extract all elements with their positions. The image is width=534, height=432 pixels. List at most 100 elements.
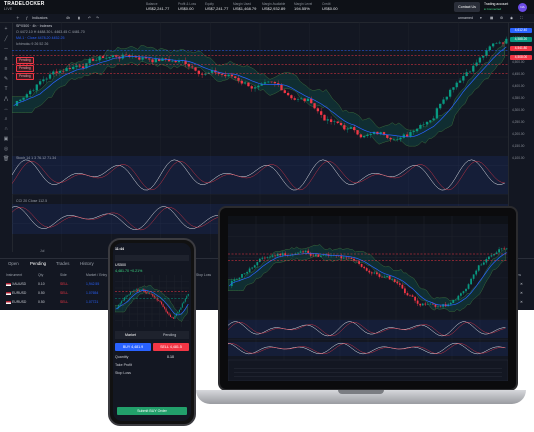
candle — [475, 270, 478, 275]
candle — [161, 301, 163, 305]
measure-icon[interactable]: ↔ — [3, 106, 9, 112]
layout-name[interactable]: unnamed — [458, 15, 473, 21]
price-tag: 4,541.80 — [510, 46, 532, 51]
phone-symbol[interactable]: US500 — [115, 263, 189, 267]
sell-button[interactable]: SELL 4,481.5 — [153, 343, 189, 351]
candle — [360, 263, 363, 267]
undo-icon[interactable]: ↶ — [88, 15, 91, 21]
candle — [426, 304, 429, 305]
pending-order-tag[interactable]: Pending — [16, 65, 34, 72]
candle — [475, 62, 478, 66]
candle — [472, 274, 475, 279]
candle — [386, 275, 388, 277]
symbol-legend: SPX500 · 4h · Indexes — [16, 24, 53, 28]
trendline-icon[interactable]: ╱ — [3, 36, 9, 42]
candle — [286, 92, 290, 96]
candle — [333, 121, 336, 122]
tab-open[interactable]: Open — [8, 261, 19, 266]
candle — [137, 289, 139, 292]
zoom-icon[interactable]: ⌕ — [3, 116, 9, 122]
candle — [415, 128, 419, 132]
pending-order-tag[interactable]: Pending — [16, 57, 34, 64]
pending-order-tag[interactable]: Pending — [16, 73, 34, 80]
chevron-down-icon[interactable]: ▾ — [480, 15, 482, 21]
metric-balance: Balance US$2,241.77 — [146, 2, 170, 11]
redo-icon[interactable]: ↷ — [96, 15, 99, 21]
close-icon[interactable]: ✕ — [520, 282, 523, 286]
fullscreen-icon[interactable]: ⛶ — [520, 15, 523, 21]
brand-logo[interactable]: TRADELOCKER LIVE — [4, 2, 45, 12]
phone-order-tabs: Market Pending — [115, 331, 189, 339]
ichimoku-legend: Ichimoku 9 26 52 26 — [16, 42, 49, 46]
candle — [68, 68, 72, 69]
candle — [501, 42, 505, 44]
candle — [424, 303, 427, 305]
candle — [48, 74, 52, 79]
candle — [462, 291, 465, 294]
pattern-icon[interactable]: ⋀ — [3, 96, 9, 102]
candle — [243, 82, 247, 84]
lock-icon[interactable]: ▣ — [3, 136, 9, 142]
candle — [273, 82, 277, 84]
trash-icon[interactable]: 🗑 — [3, 156, 9, 162]
magnet-icon[interactable]: ∩ — [3, 126, 9, 132]
indicators-icon[interactable]: ƒ — [26, 15, 28, 21]
gear-icon[interactable]: ⚙ — [500, 15, 503, 21]
crosshair-icon[interactable]: + — [3, 26, 9, 32]
candle — [25, 94, 29, 98]
candle — [320, 111, 323, 115]
pitchfork-icon[interactable]: ⋔ — [3, 56, 9, 62]
candle — [346, 128, 349, 130]
camera-icon[interactable]: ◉ — [510, 15, 513, 21]
candle — [177, 312, 179, 314]
phone-chart[interactable] — [114, 275, 189, 327]
candle — [498, 42, 501, 44]
row-entry: 1.07654 — [86, 291, 99, 295]
tab-history[interactable]: History — [80, 261, 94, 266]
account-selector[interactable]: Trading account ● Connected — [484, 2, 518, 12]
sl-row[interactable]: Stop Loss — [115, 371, 189, 375]
indicators-button[interactable]: Indicators — [32, 15, 48, 21]
horizontal-line-icon[interactable]: ─ — [3, 46, 9, 52]
close-icon[interactable]: ✕ — [520, 300, 523, 304]
avatar[interactable]: NA — [518, 3, 527, 12]
candle — [439, 306, 442, 307]
candle — [405, 134, 409, 137]
candle — [38, 81, 42, 85]
candle — [432, 303, 434, 305]
layout-grid-icon[interactable]: ▦ — [490, 15, 493, 21]
phone-chart-canvas[interactable] — [114, 275, 189, 327]
tp-row[interactable]: Take Profit — [115, 363, 189, 367]
candle — [119, 303, 121, 305]
candle — [310, 98, 313, 104]
tab-pending[interactable]: Pending — [30, 261, 46, 266]
tab-pending[interactable]: Pending — [163, 333, 176, 337]
candle — [280, 84, 283, 91]
candle — [336, 121, 339, 123]
candle — [169, 314, 172, 317]
close-icon[interactable]: ✕ — [520, 291, 523, 295]
candle — [234, 76, 237, 78]
text-icon[interactable]: T — [3, 86, 9, 92]
tab-market[interactable]: Market — [125, 333, 136, 337]
tab-trades[interactable]: Trades — [56, 261, 70, 266]
brush-icon[interactable]: ✎ — [3, 76, 9, 82]
candle — [505, 248, 508, 250]
submit-order-button[interactable]: Submit BUY Order — [117, 407, 187, 415]
qty-input[interactable]: 0.10 — [167, 355, 174, 359]
contact-us-button[interactable]: Contact Us — [454, 2, 480, 12]
candle — [425, 121, 429, 125]
candle — [187, 293, 189, 296]
candle — [356, 130, 359, 135]
buy-button[interactable]: BUY 4,481.9 — [115, 343, 151, 351]
fib-icon[interactable]: ≡ — [3, 66, 9, 72]
candle — [177, 60, 181, 63]
plus-icon[interactable]: ＋ — [16, 15, 20, 21]
candle — [363, 135, 366, 138]
candle-type-icon[interactable]: ▮ — [78, 15, 80, 21]
candle — [498, 249, 500, 253]
candle — [158, 300, 160, 301]
candle — [353, 127, 356, 131]
eye-icon[interactable]: ◎ — [3, 146, 9, 152]
timeframe-button[interactable]: 4h — [66, 15, 70, 21]
